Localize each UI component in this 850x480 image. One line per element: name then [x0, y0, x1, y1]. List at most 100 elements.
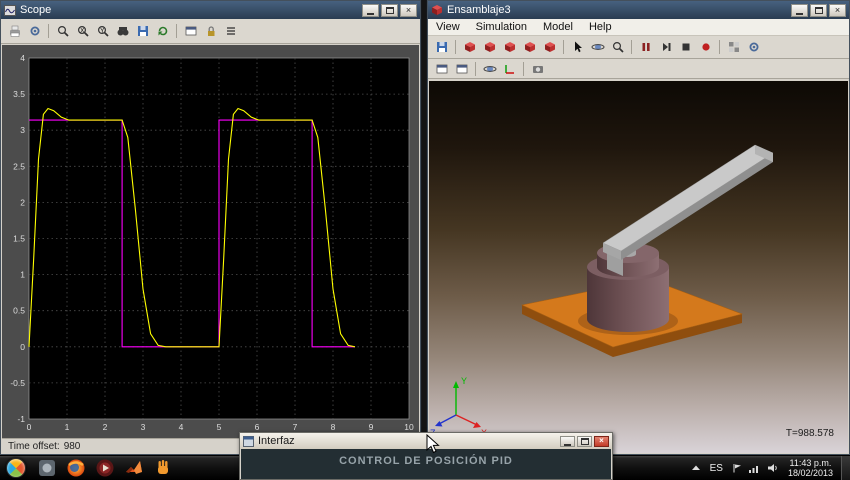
scope-chart: 0 1 2 3 4 5 6 7 8 9 10 -1 -0.5 0 0.5 1 1.5 2 2.5 3 3.5 4 — [10, 53, 414, 432]
interfaz-title: Interfaz — [258, 435, 295, 447]
step-icon[interactable] — [656, 38, 675, 57]
layout-icon[interactable] — [744, 38, 763, 57]
svg-text:7: 7 — [293, 422, 298, 432]
maximize-icon — [814, 6, 823, 14]
svg-text:10: 10 — [404, 422, 414, 432]
scope-close-button[interactable]: × — [400, 3, 417, 17]
model-titlebar[interactable]: Ensamblaje3 × — [428, 1, 849, 19]
cube-1-icon[interactable] — [460, 38, 479, 57]
model-close-button[interactable]: × — [829, 3, 846, 17]
interfaz-content: CONTROL DE POSICIÓN PID — [241, 449, 611, 479]
svg-text:2: 2 — [103, 422, 108, 432]
svg-text:2.5: 2.5 — [13, 161, 25, 171]
svg-text:1.5: 1.5 — [13, 234, 25, 244]
camera-icon[interactable] — [528, 59, 547, 78]
interfaz-heading: CONTROL DE POSICIÓN PID — [339, 455, 513, 467]
menu-model[interactable]: Model — [535, 19, 581, 35]
toolbar-separator — [455, 40, 456, 54]
show-desktop-button[interactable] — [841, 456, 850, 480]
cube-4-icon[interactable] — [520, 38, 539, 57]
start-button[interactable] — [6, 458, 26, 478]
time-offset-label: Time offset: — [8, 440, 60, 452]
interfaz-window-icon — [243, 435, 254, 447]
svg-text:1: 1 — [20, 270, 25, 280]
quick-launch-area — [34, 458, 175, 479]
zoom-icon[interactable] — [53, 22, 72, 41]
model-toolbar-row1 — [428, 36, 849, 59]
svg-text:4: 4 — [20, 53, 25, 63]
axes-icon[interactable] — [500, 59, 519, 78]
zoom-icon[interactable] — [608, 38, 627, 57]
svg-text:8: 8 — [331, 422, 336, 432]
taskbar-clock[interactable]: 11:43 p.m. 18/02/2013 — [782, 458, 841, 478]
interfaz-minimize-button[interactable] — [560, 435, 575, 447]
scope-window-icon — [4, 4, 16, 16]
record-icon[interactable] — [696, 38, 715, 57]
taskbar-browser-icon[interactable] — [63, 458, 88, 479]
chevron-up-icon[interactable] — [688, 460, 704, 476]
menu-simulation[interactable]: Simulation — [468, 19, 535, 35]
scope-minimize-button[interactable] — [362, 3, 379, 17]
print-icon[interactable] — [5, 22, 24, 41]
view-box-icon[interactable] — [432, 59, 451, 78]
language-indicator[interactable]: ES — [705, 463, 728, 474]
menu-help[interactable]: Help — [581, 19, 620, 35]
menu-view[interactable]: View — [428, 19, 468, 35]
svg-text:2: 2 — [20, 197, 25, 207]
svg-text:1: 1 — [65, 422, 70, 432]
floating-scope-icon[interactable] — [181, 22, 200, 41]
taskbar-media-app-icon[interactable] — [92, 458, 117, 479]
volume-icon[interactable] — [765, 460, 781, 476]
interfaz-titlebar[interactable]: Interfaz × — [240, 433, 612, 449]
zoom-x-icon[interactable]: X — [73, 22, 92, 41]
taskbar-app-generic-icon[interactable] — [34, 458, 59, 479]
svg-text:X: X — [80, 28, 84, 34]
svg-text:Y: Y — [100, 28, 104, 34]
clock-time: 11:43 p.m. — [789, 458, 832, 468]
cube-3-icon[interactable] — [500, 38, 519, 57]
stop-icon[interactable] — [676, 38, 695, 57]
toolbar-separator — [475, 61, 476, 76]
signal-selection-icon[interactable] — [221, 22, 240, 41]
autoscale-icon[interactable] — [113, 22, 132, 41]
clock-date: 18/02/2013 — [787, 468, 833, 478]
scope-maximize-button[interactable] — [381, 3, 398, 17]
model-3d-scene: YXZ — [430, 144, 774, 438]
scope-plot-area[interactable]: 0 1 2 3 4 5 6 7 8 9 10 -1 -0.5 0 0.5 1 1.5 2 2.5 3 3.5 4 — [2, 45, 419, 438]
lock-axes-icon[interactable] — [201, 22, 220, 41]
model-viewport[interactable]: YXZ T=988.578 — [429, 81, 848, 453]
model-title: Ensamblaje3 — [447, 4, 511, 16]
model-minimize-button[interactable] — [791, 3, 808, 17]
scope-titlebar[interactable]: Scope × — [1, 1, 420, 19]
svg-text:-1: -1 — [17, 414, 25, 424]
toolbar-separator — [719, 40, 720, 54]
view-box2-icon[interactable] — [452, 59, 471, 78]
interfaz-close-button[interactable]: × — [594, 435, 609, 447]
network-icon[interactable] — [747, 460, 763, 476]
model-maximize-button[interactable] — [810, 3, 827, 17]
interfaz-maximize-button[interactable] — [577, 435, 592, 447]
grid-icon[interactable] — [724, 38, 743, 57]
zoom-y-icon[interactable]: Y — [93, 22, 112, 41]
select-icon[interactable] — [568, 38, 587, 57]
save-axes-icon[interactable] — [133, 22, 152, 41]
svg-text:Y: Y — [461, 376, 467, 386]
orbit2-icon[interactable] — [480, 59, 499, 78]
save-icon[interactable] — [432, 38, 451, 57]
taskbar-matlab-icon[interactable] — [121, 458, 146, 479]
parameters-icon[interactable] — [25, 22, 44, 41]
pause-icon[interactable] — [636, 38, 655, 57]
toolbar-separator — [176, 24, 177, 38]
minimize-icon — [564, 443, 571, 446]
cube-5-icon[interactable] — [540, 38, 559, 57]
cube-2-icon[interactable] — [480, 38, 499, 57]
orbit-icon[interactable] — [588, 38, 607, 57]
svg-text:0: 0 — [27, 422, 32, 432]
svg-text:0.5: 0.5 — [13, 306, 25, 316]
restore-axes-icon[interactable] — [153, 22, 172, 41]
flag-icon[interactable] — [729, 460, 745, 476]
taskbar-hand-tool-icon[interactable] — [150, 458, 175, 479]
svg-text:3.5: 3.5 — [13, 89, 25, 99]
svg-text:6: 6 — [255, 422, 260, 432]
maximize-icon — [580, 437, 589, 445]
